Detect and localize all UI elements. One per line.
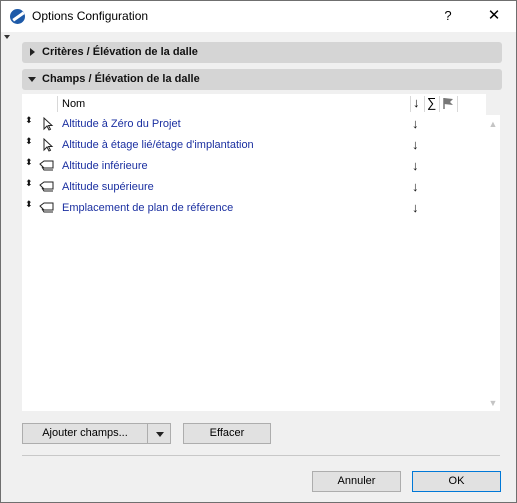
divider xyxy=(22,455,500,456)
sort-arrow-icon[interactable]: ↓ xyxy=(412,116,419,131)
flag-icon[interactable] xyxy=(442,97,456,110)
field-label: Emplacement de plan de référence xyxy=(62,202,234,214)
fields-section-header[interactable]: Champs / Élévation de la dalle xyxy=(22,69,502,90)
options-configuration-dialog: Options Configuration ? ✕ Critères / Élé… xyxy=(0,0,517,503)
slab-tag-icon xyxy=(39,160,54,171)
criteria-section-label: Critères / Élévation de la dalle xyxy=(42,46,198,58)
drag-handle-icon[interactable]: ⬍ xyxy=(25,200,33,214)
drag-handle-icon[interactable]: ⬍ xyxy=(25,179,33,193)
app-logo-icon xyxy=(10,9,25,24)
drag-handle-icon[interactable]: ⬍ xyxy=(25,116,33,130)
clear-button[interactable]: Effacer xyxy=(183,423,271,444)
pointer-icon xyxy=(43,116,54,131)
collapsed-arrow-icon xyxy=(30,48,35,56)
help-button[interactable]: ? xyxy=(433,4,463,28)
sort-arrow-icon[interactable]: ↓ xyxy=(412,137,419,152)
pointer-icon xyxy=(43,137,54,152)
header-separator xyxy=(410,96,411,112)
corner-caret-icon xyxy=(4,35,10,39)
field-label: Altitude à Zéro du Projet xyxy=(62,118,181,130)
list-item[interactable]: ⬍ Altitude à étage lié/étage d'implantat… xyxy=(22,135,486,156)
field-label: Altitude supérieure xyxy=(62,181,154,193)
scroll-down-icon[interactable]: ▼ xyxy=(487,397,499,409)
sort-arrow-icon[interactable]: ↓ xyxy=(412,158,419,173)
ok-button[interactable]: OK xyxy=(412,471,501,492)
list-item[interactable]: ⬍ Altitude inférieure ↓ xyxy=(22,156,486,177)
list-item[interactable]: ⬍ Emplacement de plan de référence ↓ xyxy=(22,198,486,219)
header-separator xyxy=(424,96,425,112)
fields-section-label: Champs / Élévation de la dalle xyxy=(42,73,200,85)
list-item[interactable]: ⬍ Altitude supérieure ↓ xyxy=(22,177,486,198)
header-separator xyxy=(439,96,440,112)
sort-column-icon[interactable]: ↓ xyxy=(413,95,420,110)
add-fields-dropdown[interactable] xyxy=(147,423,171,444)
list-scrollbar[interactable]: ▲ ▼ xyxy=(486,115,500,411)
column-header-name[interactable]: Nom xyxy=(62,98,85,110)
expanded-arrow-icon xyxy=(28,77,36,82)
sort-arrow-icon[interactable]: ↓ xyxy=(412,179,419,194)
scroll-up-icon[interactable]: ▲ xyxy=(487,118,499,130)
slab-tag-icon xyxy=(39,202,54,213)
field-label: Altitude à étage lié/étage d'implantatio… xyxy=(62,139,254,151)
fields-list: Nom ↓ ∑ ⬍ Altitude à Zéro du Projet ↓ ⬍ xyxy=(22,94,486,411)
drag-handle-icon[interactable]: ⬍ xyxy=(25,158,33,172)
field-label: Altitude inférieure xyxy=(62,160,148,172)
add-fields-button[interactable]: Ajouter champs... xyxy=(22,423,148,444)
title-bar: Options Configuration ? ✕ xyxy=(1,1,516,32)
list-header: Nom ↓ ∑ xyxy=(22,94,486,114)
sum-column-icon[interactable]: ∑ xyxy=(427,95,436,110)
criteria-section-header[interactable]: Critères / Élévation de la dalle xyxy=(22,42,502,63)
header-separator xyxy=(57,96,58,112)
close-button[interactable]: ✕ xyxy=(479,4,509,28)
drag-handle-icon[interactable]: ⬍ xyxy=(25,137,33,151)
sort-arrow-icon[interactable]: ↓ xyxy=(412,200,419,215)
list-item[interactable]: ⬍ Altitude à Zéro du Projet ↓ xyxy=(22,114,486,135)
chevron-down-icon xyxy=(156,432,164,437)
header-separator xyxy=(457,96,458,112)
slab-tag-icon xyxy=(39,181,54,192)
window-title: Options Configuration xyxy=(32,9,149,23)
cancel-button[interactable]: Annuler xyxy=(312,471,401,492)
